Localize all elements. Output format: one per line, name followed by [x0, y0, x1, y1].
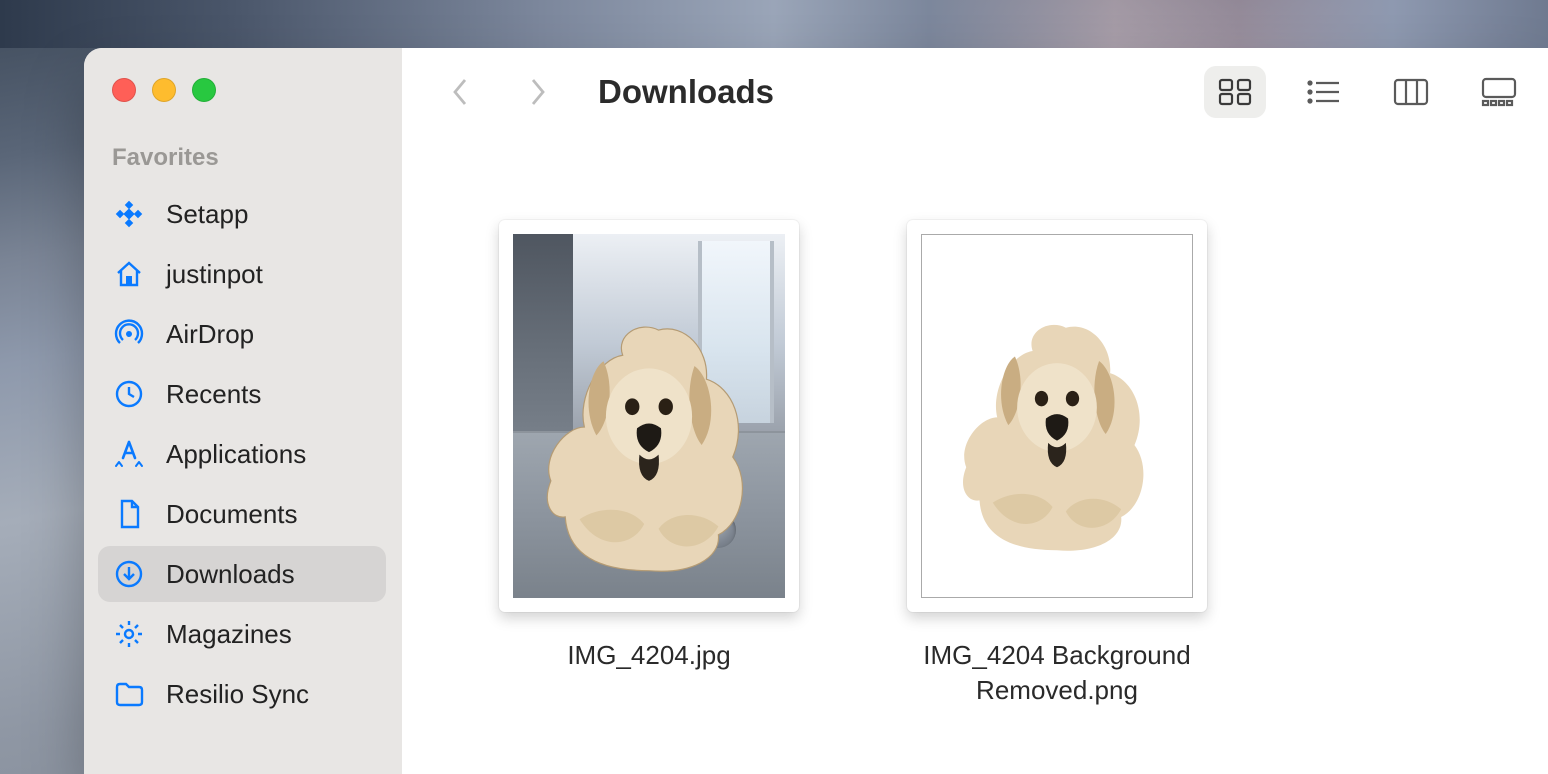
toolbar: Downloads — [402, 48, 1548, 136]
forward-button[interactable] — [518, 73, 556, 111]
file-item[interactable]: IMG_4204 Background Removed.png — [902, 220, 1212, 708]
sidebar-item-label: AirDrop — [166, 319, 254, 350]
file-thumbnail — [907, 220, 1207, 612]
back-button[interactable] — [442, 73, 480, 111]
sidebar-item-resilio-sync[interactable]: Resilio Sync — [98, 666, 386, 722]
finder-window: Favorites Setapp justi — [84, 48, 1548, 774]
file-name: IMG_4204.jpg — [567, 638, 730, 673]
sidebar-item-recents[interactable]: Recents — [98, 366, 386, 422]
gallery-view-button[interactable] — [1468, 66, 1530, 118]
sidebar-item-documents[interactable]: Documents — [98, 486, 386, 542]
sidebar-item-label: Magazines — [166, 619, 292, 650]
sidebar-item-label: Applications — [166, 439, 306, 470]
list-view-button[interactable] — [1292, 66, 1354, 118]
clock-icon — [112, 377, 146, 411]
window-title: Downloads — [598, 73, 774, 111]
sidebar-item-airdrop[interactable]: AirDrop — [98, 306, 386, 362]
window-controls — [84, 78, 402, 144]
sidebar-item-applications[interactable]: Applications — [98, 426, 386, 482]
sidebar-item-label: Downloads — [166, 559, 295, 590]
sidebar-item-setapp[interactable]: Setapp — [98, 186, 386, 242]
document-icon — [112, 497, 146, 531]
file-item[interactable]: IMG_4204.jpg — [494, 220, 804, 673]
nav-arrows — [442, 73, 556, 111]
downloads-icon — [112, 557, 146, 591]
minimize-window-button[interactable] — [152, 78, 176, 102]
fullscreen-window-button[interactable] — [192, 78, 216, 102]
icon-view-button[interactable] — [1204, 66, 1266, 118]
dog-photo — [529, 300, 768, 591]
sidebar-item-label: Recents — [166, 379, 261, 410]
file-grid: IMG_4204.jpg — [402, 136, 1548, 774]
home-icon — [112, 257, 146, 291]
gear-icon — [112, 617, 146, 651]
sidebar-item-home[interactable]: justinpot — [98, 246, 386, 302]
setapp-icon — [112, 197, 146, 231]
sidebar: Favorites Setapp justi — [84, 48, 402, 774]
airdrop-icon — [112, 317, 146, 351]
close-window-button[interactable] — [112, 78, 136, 102]
sidebar-item-label: justinpot — [166, 259, 263, 290]
dog-cutout — [946, 289, 1167, 579]
folder-icon — [112, 677, 146, 711]
file-thumbnail — [499, 220, 799, 612]
sidebar-items: Setapp justinpot AirDrop Recents — [84, 186, 402, 722]
main-content: Downloads — [402, 48, 1548, 774]
file-name: IMG_4204 Background Removed.png — [907, 638, 1207, 708]
view-switcher — [1204, 66, 1530, 118]
applications-icon — [112, 437, 146, 471]
column-view-button[interactable] — [1380, 66, 1442, 118]
sidebar-item-magazines[interactable]: Magazines — [98, 606, 386, 662]
sidebar-section-heading: Favorites — [84, 144, 402, 186]
sidebar-item-label: Resilio Sync — [166, 679, 309, 710]
sidebar-item-label: Documents — [166, 499, 298, 530]
sidebar-item-downloads[interactable]: Downloads — [98, 546, 386, 602]
sidebar-item-label: Setapp — [166, 199, 248, 230]
